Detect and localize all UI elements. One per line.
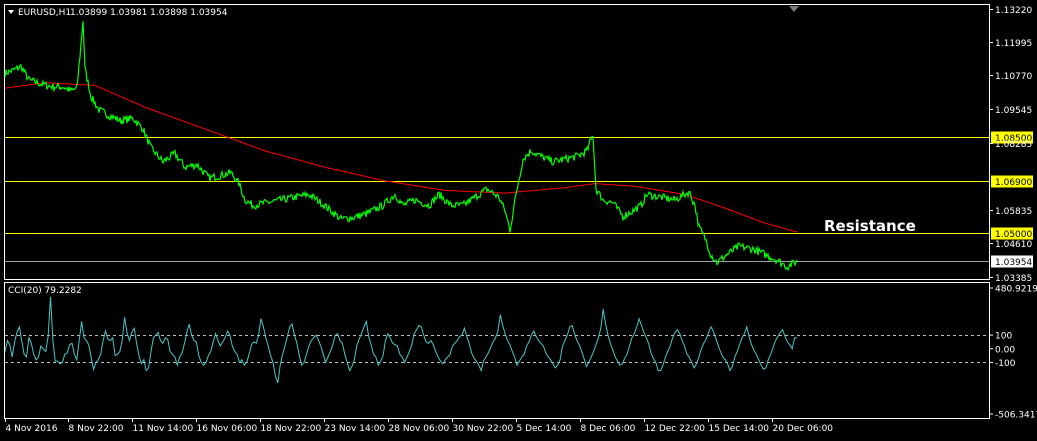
time-tick-label: 12 Dec 22:00 xyxy=(645,424,706,434)
cci-tick-label: -100 xyxy=(995,359,1016,369)
price-tick-label: 1.09545 xyxy=(995,106,1032,116)
level-tag-label-3: 1.05000 xyxy=(995,230,1032,240)
time-tick-label: 18 Nov 22:00 xyxy=(261,424,322,434)
ohlc-readout: 1.03899 1.03981 1.03898 1.03954 xyxy=(70,8,228,18)
cci-tick-label: 100 xyxy=(995,332,1012,342)
price-tick-label: 1.03385 xyxy=(995,274,1032,284)
time-tick-label: 4 Nov 2016 xyxy=(6,424,58,434)
bid-tag-label: 1.03954 xyxy=(995,258,1032,268)
time-tick-label: 11 Nov 14:00 xyxy=(133,424,194,434)
cci-tick-label: 0.00 xyxy=(995,345,1015,355)
chart-canvas[interactable]: EURUSD,H1 1.03899 1.03981 1.03898 1.0395… xyxy=(0,0,1037,441)
time-tick-label: 5 Dec 14:00 xyxy=(517,424,572,434)
cci-label: CCI(20) 79.2282 xyxy=(8,286,82,296)
symbol-label: EURUSD,H1 xyxy=(18,8,71,18)
price-tick-label: 1.08285 xyxy=(995,140,1032,150)
price-axis: 1.13220 1.11995 1.10770 1.09545 1.08285 1.058… xyxy=(989,6,1032,284)
time-tick-label: 20 Dec 06:00 xyxy=(773,424,834,434)
price-tick-label: 1.13220 xyxy=(995,6,1032,16)
price-tick-label: 1.11995 xyxy=(995,39,1032,49)
time-tick-label: 8 Dec 06:00 xyxy=(581,424,636,434)
time-tick-label: 16 Nov 06:00 xyxy=(197,424,258,434)
time-tick-label: 8 Nov 22:00 xyxy=(69,424,124,434)
resistance-label: Resistance xyxy=(824,217,916,235)
cci-tick-label: -506.3417 xyxy=(995,411,1037,421)
time-tick-label: 30 Nov 22:00 xyxy=(453,424,514,434)
time-tick-label: 28 Nov 06:00 xyxy=(389,424,450,434)
price-tick-label: 1.10770 xyxy=(995,72,1032,82)
time-tick-label: 23 Nov 14:00 xyxy=(325,424,386,434)
price-tick-label: 1.05835 xyxy=(995,207,1032,217)
level-tag-label-2: 1.06900 xyxy=(995,178,1032,188)
cci-tick-label: 480.9219 xyxy=(995,285,1037,295)
time-tick-label: 15 Dec 14:00 xyxy=(709,424,770,434)
price-tick-label: 1.04610 xyxy=(995,240,1032,250)
